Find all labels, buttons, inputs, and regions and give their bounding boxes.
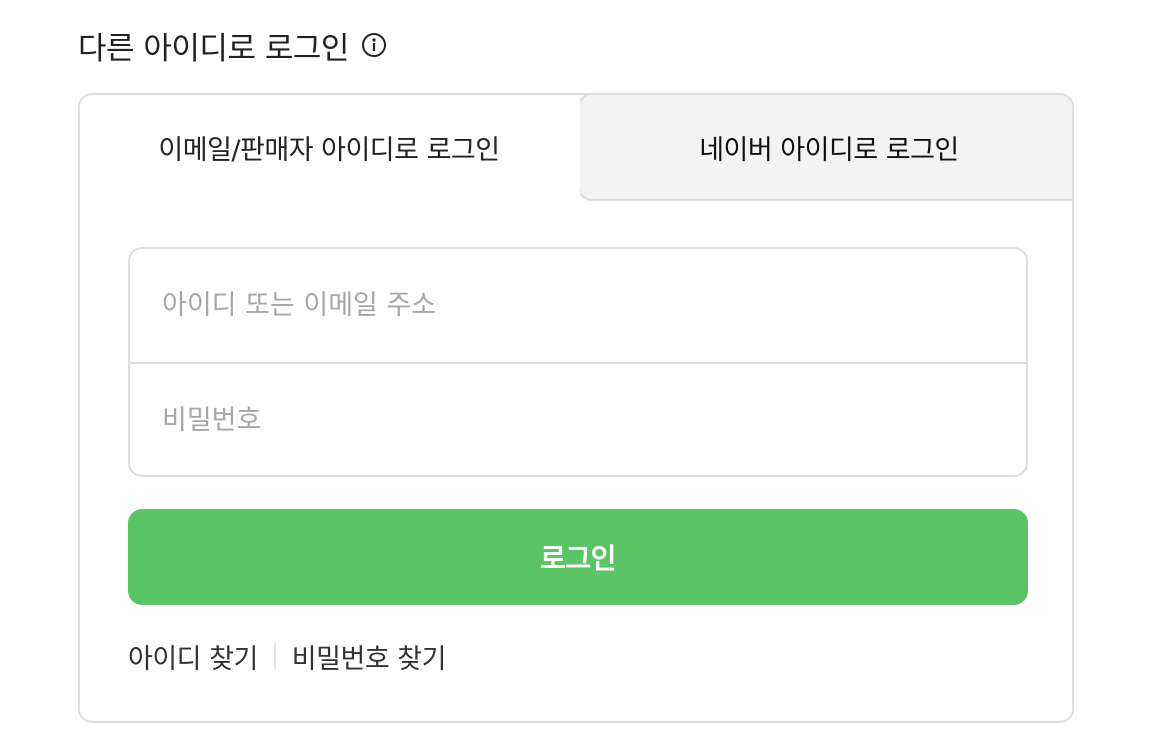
login-page: 다른 아이디로 로그인 이메일/판매자 아이디로 로그인 네이버 아이디로 로그… — [0, 0, 1156, 746]
page-title: 다른 아이디로 로그인 — [78, 30, 349, 67]
login-button[interactable]: 로그인 — [128, 509, 1028, 605]
password-input[interactable] — [130, 364, 1026, 475]
link-separator — [273, 643, 276, 669]
info-icon[interactable] — [361, 32, 387, 58]
tab-naver-login[interactable]: 네이버 아이디로 로그인 — [578, 95, 1072, 201]
credential-fields — [128, 247, 1028, 477]
tab-email-seller-login[interactable]: 이메일/판매자 아이디로 로그인 — [80, 95, 580, 201]
find-password-link[interactable]: 비밀번호 찾기 — [292, 637, 447, 676]
id-email-input[interactable] — [130, 249, 1026, 362]
section-heading: 다른 아이디로 로그인 — [78, 22, 387, 68]
account-recovery-links: 아이디 찾기 비밀번호 찾기 — [128, 635, 446, 677]
find-id-link[interactable]: 아이디 찾기 — [128, 637, 258, 676]
login-card: 이메일/판매자 아이디로 로그인 네이버 아이디로 로그인 로그인 아이디 찾기… — [78, 93, 1074, 723]
tab-label: 이메일/판매자 아이디로 로그인 — [158, 134, 500, 166]
tab-label: 네이버 아이디로 로그인 — [699, 134, 959, 166]
